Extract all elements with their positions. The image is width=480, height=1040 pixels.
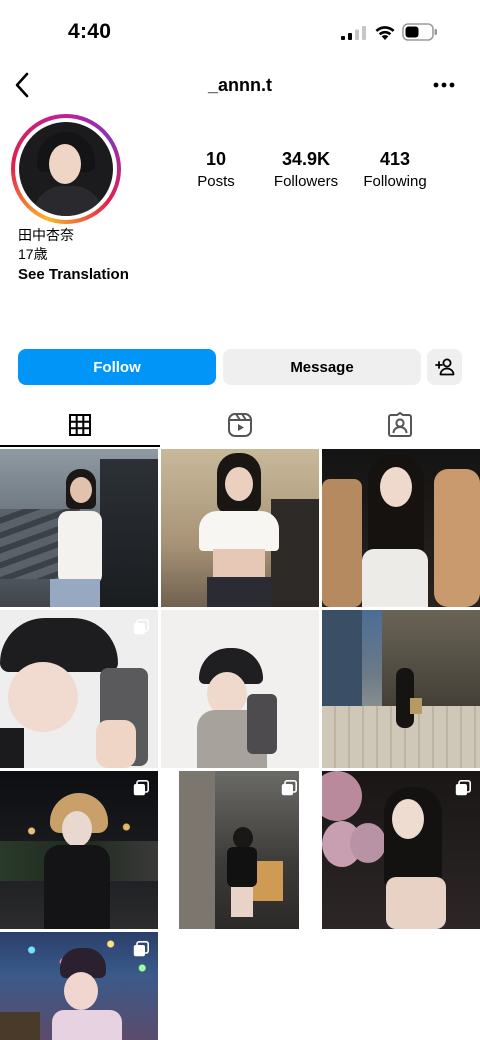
- multi-photo-icon: [455, 780, 471, 796]
- tab-reels[interactable]: [160, 404, 320, 446]
- multi-photo-icon: [133, 780, 149, 796]
- profile-avatar[interactable]: [11, 114, 121, 224]
- following-count-value: 413: [379, 149, 411, 169]
- post-thumbnail-6[interactable]: [322, 610, 480, 768]
- post-thumbnail-10[interactable]: [0, 932, 158, 1040]
- tab-tagged[interactable]: [320, 404, 480, 446]
- post-thumbnail-5[interactable]: [161, 610, 319, 768]
- followers-count[interactable]: 34.9K Followers: [268, 149, 344, 190]
- suggested-users-button[interactable]: [427, 349, 462, 385]
- bio-name: 田中杏奈: [18, 227, 74, 243]
- post-thumbnail-1[interactable]: [0, 449, 158, 607]
- posts-count-label: Posts: [197, 173, 235, 190]
- post-thumbnail-3[interactable]: [322, 449, 480, 607]
- profile-bio: 田中杏奈 17歳 See Translation: [18, 226, 129, 284]
- reels-icon: [228, 413, 252, 437]
- more-options-icon[interactable]: [432, 81, 456, 89]
- post-thumbnail-8[interactable]: [161, 771, 319, 929]
- multi-photo-icon: [281, 780, 297, 796]
- following-count-label: Following: [363, 173, 427, 190]
- bio-age: 17歳: [18, 246, 48, 262]
- signal-icon: [341, 26, 366, 40]
- post-thumbnail-9[interactable]: [322, 771, 480, 929]
- avatar-image: [19, 122, 113, 216]
- post-thumbnail-2[interactable]: [161, 449, 319, 607]
- tagged-icon: [388, 412, 412, 437]
- follow-button[interactable]: Follow: [18, 349, 216, 385]
- post-thumbnail-7[interactable]: [0, 771, 158, 929]
- message-button[interactable]: Message: [223, 349, 421, 385]
- tab-posts-grid[interactable]: [0, 404, 160, 447]
- post-thumbnail-4[interactable]: [0, 610, 158, 768]
- followers-count-value: 34.9K: [281, 149, 331, 169]
- wifi-icon: [375, 26, 395, 40]
- battery-icon: [402, 23, 437, 41]
- followers-count-label: Followers: [273, 173, 339, 190]
- status-bar: 4:40: [0, 0, 480, 64]
- following-count[interactable]: 413 Following: [358, 149, 432, 190]
- grid-icon: [69, 413, 91, 436]
- multi-photo-icon: [133, 941, 149, 957]
- profile-username: _annn.t: [207, 75, 272, 95]
- status-time: 4:40: [68, 20, 112, 43]
- add-user-icon: [434, 358, 454, 376]
- posts-count: 10 Posts: [186, 149, 246, 190]
- see-translation-link[interactable]: See Translation: [18, 265, 129, 284]
- posts-count-value: 10: [205, 149, 227, 169]
- multi-photo-icon: [133, 619, 149, 635]
